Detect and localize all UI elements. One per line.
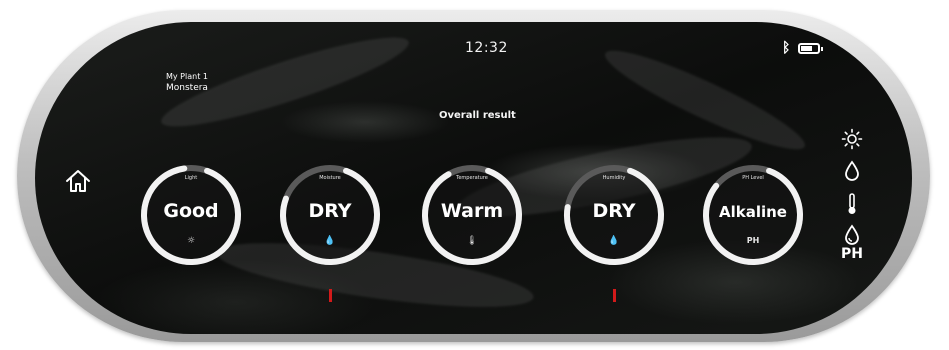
gauge-value: Good [163,200,219,222]
gauge-value: Warm [440,200,504,222]
gauge-1[interactable]: Light Good ☼ [136,160,246,270]
gauge-sub-icon: 💧 [608,236,620,246]
gauge-value: DRY [308,200,352,222]
gauge-5[interactable]: PH Level Alkaline PH [698,160,808,270]
gauge-sub-icon: 🌡 [466,236,478,246]
plant-info: My Plant 1 Monstera [166,72,208,95]
thermometer-icon[interactable] [836,192,868,216]
gauge-value: DRY [592,200,636,222]
gauge-value: Alkaline [719,203,787,221]
gauge-label: PH Level [742,175,764,181]
plant-species: Monstera [166,83,208,93]
status-area: ᛒ [782,40,824,56]
battery-icon [798,42,824,54]
bluetooth-icon: ᛒ [782,40,791,56]
gauge-label: Light [184,175,198,181]
gauge-sub-icon: ☼ [186,236,196,246]
humidity-icon[interactable] [836,224,868,246]
plant-name: My Plant 1 [166,72,208,81]
gauge-sub-icon: 💧 [324,236,336,246]
alert-indicator [329,289,332,302]
gauge-label: Moisture [319,175,341,181]
ph-icon[interactable]: PH [836,246,868,262]
clock: 12:32 [465,40,508,56]
gauge-label: Temperature [456,175,488,181]
droplet-icon[interactable] [836,160,868,182]
sun-icon[interactable] [836,128,868,150]
home-icon[interactable] [64,168,92,194]
gauge-4[interactable]: Humidity DRY 💧 [559,160,669,270]
overall-result-title: Overall result [439,110,516,121]
alert-indicator [613,289,616,302]
gauge-sub-icon: PH [746,236,760,245]
gauge-label: Humidity [602,175,626,181]
gauge-2[interactable]: Moisture DRY 💧 [275,160,385,270]
gauge-3[interactable]: Temperature Warm 🌡 [417,160,527,270]
